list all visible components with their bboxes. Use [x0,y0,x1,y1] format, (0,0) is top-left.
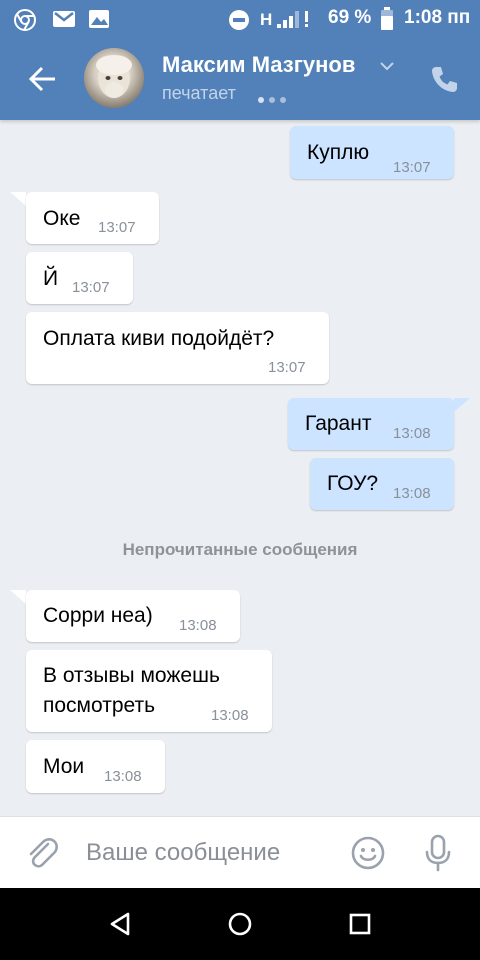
message-incoming[interactable]: Й 13:07 [26,252,133,304]
message-text: Гарант [305,412,372,435]
message-time: 13:08 [179,617,217,634]
back-arrow-icon[interactable] [26,62,60,96]
contact-name[interactable]: Максим Мазгунов [162,52,355,78]
message-text: Сорри неа) [43,604,153,627]
message-time: 13:08 [211,707,249,724]
recents-square-icon[interactable] [344,908,376,940]
message-text: Й [43,267,59,290]
do-not-disturb-icon [228,9,250,36]
message-text: ГОУ? [327,472,379,495]
battery-icon [380,7,394,36]
signal-icon [276,9,302,34]
emoji-icon[interactable] [350,835,386,871]
status-bar: H 69 % 1:08 пп [0,0,480,38]
message-time: 13:07 [393,159,431,176]
message-incoming[interactable]: Мои 13:08 [26,740,165,793]
message-text: Мои [43,755,85,778]
chevron-down-icon[interactable] [380,58,394,76]
message-time: 13:08 [393,485,431,502]
gmail-icon [52,9,76,34]
message-time: 13:07 [268,359,306,376]
chrome-icon [14,9,36,36]
message-text-line2: посмотреть [43,694,156,717]
message-time: 13:07 [72,279,110,296]
message-incoming[interactable]: Оке 13:07 [26,192,159,244]
message-list[interactable]: Куплю 13:07 Оке 13:07 Й 13:07 Оплата кив… [0,120,480,816]
message-incoming[interactable]: В отзывы можешь посмотреть 13:08 [26,650,272,732]
message-outgoing[interactable]: ГОУ? 13:08 [310,458,454,510]
bubble-tail [454,398,470,412]
typing-indicator [258,90,291,108]
message-incoming[interactable]: Сорри неа) 13:08 [26,590,240,642]
clock: 1:08 пп [404,7,471,28]
signal-warning-icon [304,9,310,34]
bubble-tail [10,192,26,206]
back-triangle-icon[interactable] [104,908,136,940]
message-outgoing[interactable]: Гарант 13:08 [288,398,454,450]
message-composer [0,816,480,889]
unread-messages-divider: Непрочитанные сообщения [122,540,358,559]
message-time: 13:07 [98,219,136,236]
chat-header: Максим Мазгунов печатает [0,38,480,120]
bubble-tail [10,590,26,604]
message-time: 13:08 [104,768,142,785]
microphone-icon[interactable] [420,833,456,873]
typing-status: печатает [162,83,236,103]
message-text: В отзывы можешь [43,664,220,687]
avatar[interactable] [84,48,144,108]
gallery-icon [88,9,110,34]
battery-percent: 69 % [328,7,372,28]
message-text: Оплата киви подойдёт? [43,327,275,350]
network-type: H [260,10,273,29]
message-text: Оке [43,207,81,230]
system-navigation-bar [0,888,480,960]
message-outgoing[interactable]: Куплю 13:07 [290,126,454,179]
message-time: 13:08 [393,425,431,442]
message-text: Куплю [307,141,370,164]
home-circle-icon[interactable] [224,908,256,940]
phone-icon[interactable] [428,64,460,96]
paperclip-icon[interactable] [24,835,60,871]
message-input[interactable] [86,835,336,871]
message-incoming[interactable]: Оплата киви подойдёт? 13:07 [26,312,329,384]
